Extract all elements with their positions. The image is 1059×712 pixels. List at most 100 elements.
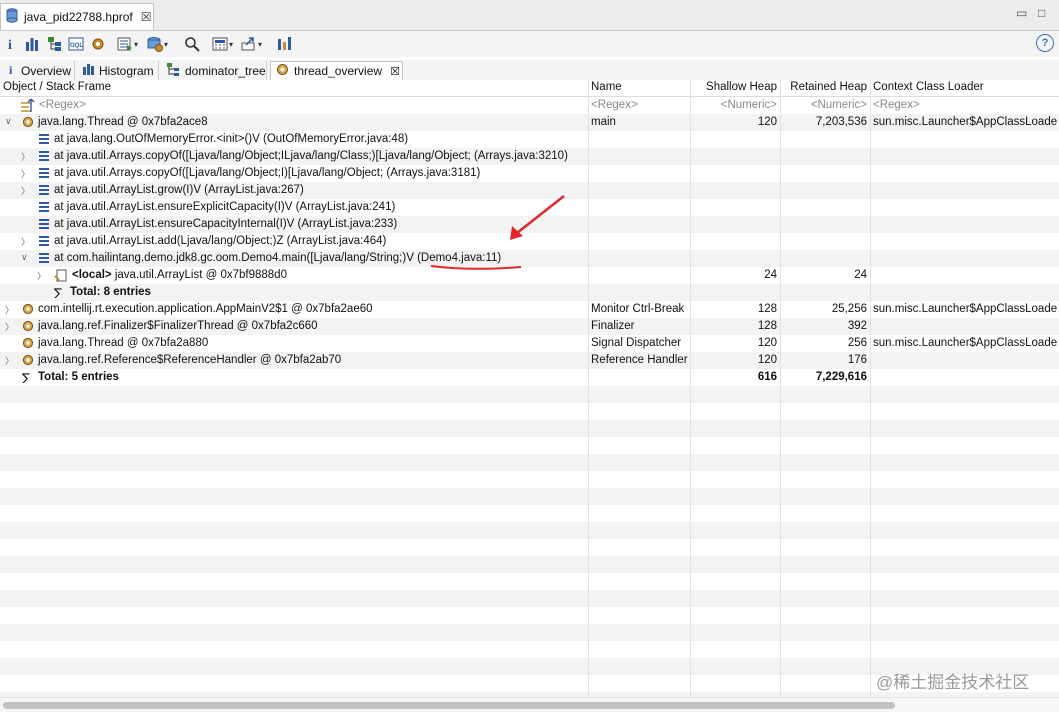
empty-row [0,590,1059,607]
empty-row [0,454,1059,471]
retained-heap-cell: 256 [847,337,867,349]
retained-heap-cell: 392 [847,320,867,332]
help-icon[interactable]: ? [1036,34,1054,52]
filter-input[interactable]: <Numeric> [811,99,867,112]
column-divider[interactable] [690,80,691,697]
svg-text:∑: ∑ [54,286,62,298]
svg-text:i: i [8,38,12,52]
filter-input[interactable]: <Regex> [591,99,638,112]
export-icon[interactable]: ▾ [241,34,262,54]
chevron-right-icon[interactable]: 〉 [5,303,14,316]
empty-row [0,522,1059,539]
thread-icon [22,320,34,335]
stack-frame-icon [38,201,50,216]
column-header[interactable]: Retained Heap [790,81,867,93]
tab-overview[interactable]: i Overview [3,61,75,80]
chevron-right-icon[interactable]: 〉 [5,320,14,333]
table-row[interactable]: 〉 at java.util.ArrayList.add(Ljava/lang/O… [0,233,1059,250]
chevron-right-icon[interactable]: 〉 [21,167,30,180]
close-icon[interactable]: ☒ [390,65,400,78]
table-row[interactable]: ∨ java.lang.Thread @ 0x7bfa2ace8 main 120 7,… [0,114,1059,131]
editor-tab-hprof[interactable]: java_pid22788.hprof ☒ [0,3,154,30]
table-row[interactable]: 〉 java.lang.ref.Reference$ReferenceHandle… [0,352,1059,369]
object-text: at java.util.Arrays.copyOf([Ljava/lang/O… [54,167,481,179]
table-row[interactable]: 〉 java.lang.ref.Finalizer$FinalizerThread… [0,318,1059,335]
view-tabs: i Overview Histogram dominator_tree thread_o… [0,60,1059,81]
object-cell: at java.util.ArrayList.ensureCapacityInt… [54,218,397,231]
chevron-down-icon[interactable]: ∨ [21,252,28,263]
object-cell: at java.util.ArrayList.ensureExplicitCap… [54,201,395,214]
empty-row [0,386,1059,403]
table-header: Object / Stack Frame Name Shallow Heap Reta… [0,80,1059,97]
column-divider[interactable] [870,80,871,697]
class-loader-cell: sun.misc.Launcher$AppClassLoade [873,116,1058,128]
info-icon[interactable]: i [6,34,16,54]
sum-icon: ∑ [54,286,65,301]
table-row[interactable]: 〉 com.intellij.rt.execution.application.A… [0,301,1059,318]
tab-label: Overview [21,63,72,78]
minimize-icon[interactable]: ▭ [1016,6,1027,20]
heap-dump-menu-icon[interactable]: ▾ [147,34,168,54]
chevron-right-icon[interactable]: 〉 [21,150,30,163]
tab-label: thread_overview [294,64,383,78]
table-row[interactable]: at java.util.ArrayList.ensureCapacityInt… [0,216,1059,233]
table-row[interactable]: 〉 at java.util.ArrayList.grow(I)V (ArrayL… [0,182,1059,199]
filter-input[interactable]: <Numeric> [721,99,777,112]
chevron-right-icon[interactable]: 〉 [37,269,46,282]
histogram-icon[interactable] [25,34,39,54]
group-icon[interactable] [276,34,292,54]
empty-row [0,624,1059,641]
column-header[interactable]: Context Class Loader [873,81,984,93]
close-icon[interactable]: ☒ [141,10,152,24]
table-row[interactable]: 〉 <local> java.util.ArrayList @ 0x7bf9888… [0,267,1059,284]
table-row[interactable]: java.lang.Thread @ 0x7bfa2a880 Signal Dis… [0,335,1059,352]
empty-row [0,403,1059,420]
run-report-icon[interactable]: ▾ [117,34,138,54]
chevron-right-icon[interactable]: 〉 [21,184,30,197]
search-icon[interactable] [184,34,200,54]
stack-frame-icon [38,150,50,165]
column-divider[interactable] [588,80,589,697]
settings-icon[interactable] [90,34,106,54]
tab-dominator-tree[interactable]: dominator_tree [162,61,267,80]
object-cell: com.intellij.rt.execution.application.Ap… [38,303,373,316]
table-row[interactable]: 〉 at java.util.Arrays.copyOf([Ljava/lang/… [0,165,1059,182]
horizontal-scrollbar[interactable] [0,697,1059,712]
name-cell: Monitor Ctrl-Break [591,303,685,315]
column-divider[interactable] [780,80,781,697]
filter-input[interactable]: <Regex> [39,99,86,112]
toolbar: i OQL ▾ ▾ ▾ ▾ [0,31,1059,57]
object-text: at java.util.ArrayList.add(Ljava/lang/Ob… [54,235,387,247]
table-row[interactable]: ∑ Total: 5 entries 616 7,229,616 [0,369,1059,386]
scrollbar-thumb[interactable] [3,702,895,709]
table-row[interactable]: at java.util.ArrayList.ensureExplicitCap… [0,199,1059,216]
dominator-tree-icon[interactable] [47,34,63,54]
chevron-right-icon[interactable]: 〉 [21,235,30,248]
retained-heap-cell: 7,229,616 [815,371,867,383]
shallow-heap-cell: 120 [757,354,777,366]
object-cell: at java.util.ArrayList.grow(I)V (ArrayLi… [54,184,304,197]
column-header[interactable]: Shallow Heap [706,81,777,93]
filter-input[interactable]: <Regex> [873,99,920,112]
calculator-icon[interactable]: ▾ [212,34,233,54]
table-row[interactable]: ∑ Total: 8 entries [0,284,1059,301]
tab-thread-overview[interactable]: thread_overview ☒ [270,61,403,80]
table-row[interactable]: 〉 at java.util.Arrays.copyOf([Ljava/lang/… [0,148,1059,165]
chevron-down-icon[interactable]: ∨ [5,116,12,127]
svg-text:OQL: OQL [70,43,83,49]
oql-icon[interactable]: OQL [68,34,84,54]
tab-label: Histogram [99,63,154,78]
filter-row: <Regex> <Regex> <Numeric> <Numeric> <Regex> [0,97,1059,114]
object-text: at java.lang.OutOfMemoryError.<init>()V … [54,133,409,145]
thread-icon [22,354,34,369]
maximize-icon[interactable]: □ [1038,6,1045,20]
chevron-right-icon[interactable]: 〉 [5,354,14,367]
table-row[interactable]: at java.lang.OutOfMemoryError.<init>()V … [0,131,1059,148]
object-text: at java.util.ArrayList.ensureExplicitCap… [54,201,396,213]
heap-dump-icon [6,8,18,26]
table-row[interactable]: ∨ at com.hailintang.demo.jdk8.gc.oom.Demo… [0,250,1059,267]
column-header[interactable]: Name [591,81,622,93]
tab-histogram[interactable]: Histogram [77,61,159,80]
column-header[interactable]: Object / Stack Frame [3,81,111,93]
stack-frame-icon [38,133,50,148]
